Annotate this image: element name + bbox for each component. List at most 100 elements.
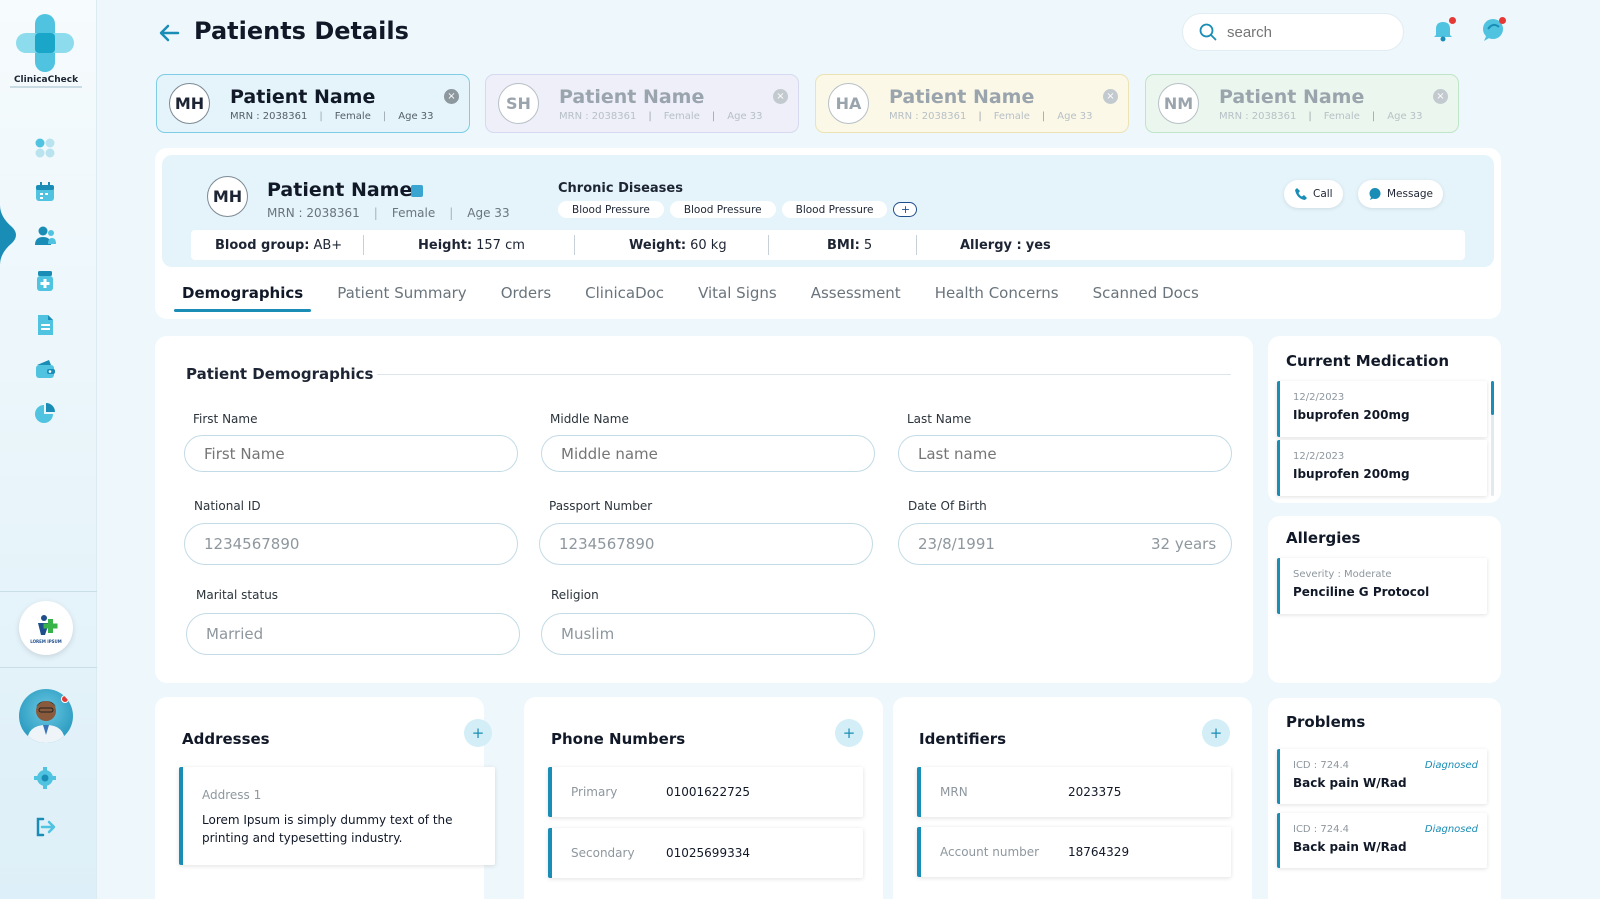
notification-dot <box>1449 17 1456 24</box>
first-name-input[interactable] <box>184 435 518 472</box>
close-tab-icon[interactable]: × <box>773 89 788 104</box>
search-input[interactable] <box>1227 23 1387 41</box>
edit-icon[interactable] <box>411 185 423 197</box>
user-avatar[interactable] <box>19 689 73 743</box>
medication-item[interactable]: 12/2/2023 Ibuprofen 200mg <box>1277 440 1487 496</box>
notification-bell-icon[interactable] <box>1430 17 1456 43</box>
age-years-suffix: 32 years <box>1151 535 1217 553</box>
phone-item[interactable]: Primary 01001622725 <box>548 767 863 817</box>
problem-item[interactable]: ICD : 724.4 Diagnosed Back pain W/Rad <box>1277 813 1487 868</box>
search-box[interactable] <box>1182 13 1404 51</box>
patient-tab-gender: Female <box>663 110 700 122</box>
identifier-item[interactable]: Account number 18764329 <box>917 827 1231 877</box>
passport-label: Passport Number <box>549 499 653 513</box>
religion-input[interactable] <box>541 613 875 655</box>
chronic-diseases-title: Chronic Diseases <box>558 181 683 196</box>
problem-icd: ICD : 724.4 <box>1293 824 1349 835</box>
close-tab-icon[interactable]: × <box>1103 89 1118 104</box>
demographics-card: Patient Demographics First Name Middle N… <box>155 336 1253 683</box>
tab-patient-summary[interactable]: Patient Summary <box>337 278 467 312</box>
patient-tab-mrn: MRN : 2038361 <box>230 110 308 122</box>
medication-icon[interactable] <box>33 269 57 293</box>
dashboard-icon[interactable] <box>33 136 57 160</box>
patient-gender: Female <box>391 206 436 220</box>
add-address-button[interactable]: + <box>464 719 492 747</box>
patient-tab-mrn: MRN : 2038361 <box>889 110 967 122</box>
logout-icon[interactable] <box>33 815 57 839</box>
phone-value: 01001622725 <box>666 785 750 799</box>
addresses-title: Addresses <box>182 730 270 748</box>
tab-assessment[interactable]: Assessment <box>811 278 901 312</box>
passport-input[interactable] <box>539 523 873 565</box>
call-label: Call <box>1313 188 1333 200</box>
tab-scanned-docs[interactable]: Scanned Docs <box>1093 278 1199 312</box>
allergy-item[interactable]: Severity : Moderate Penciline G Protocol <box>1277 558 1487 614</box>
clinicacheck-logo-icon[interactable] <box>14 12 76 74</box>
phone-item[interactable]: Secondary 01025699334 <box>548 828 863 878</box>
chat-icon[interactable] <box>1480 17 1506 43</box>
medication-name: Ibuprofen 200mg <box>1293 408 1410 422</box>
problem-item[interactable]: ICD : 724.4 Diagnosed Back pain W/Rad <box>1277 749 1487 804</box>
sidebar-divider <box>0 667 97 668</box>
close-tab-icon[interactable]: × <box>444 89 459 104</box>
patient-tab-nm[interactable]: NM Patient Name MRN : 2038361 | Female | Age… <box>1145 74 1459 133</box>
height-value: 157 cm <box>476 237 525 253</box>
add-chronic-button[interactable]: + <box>893 202 918 217</box>
allergies-card: Allergies Severity : Moderate Penciline … <box>1268 516 1501 683</box>
problem-name: Back pain W/Rad <box>1293 840 1407 854</box>
scrollbar-thumb[interactable] <box>1491 381 1494 415</box>
patient-tab-mrn: MRN : 2038361 <box>1219 110 1297 122</box>
religion-label: Religion <box>551 588 599 602</box>
national-id-input[interactable] <box>184 523 518 565</box>
patient-tab-name: Patient Name <box>559 85 705 108</box>
blood-group-value: AB+ <box>313 237 343 253</box>
address-item[interactable]: Address 1 Lorem Ipsum is simply dummy te… <box>179 767 495 865</box>
phone-numbers-card: Phone Numbers + Primary 01001622725 Seco… <box>524 697 883 899</box>
patient-tab-age: Age 33 <box>1387 110 1423 122</box>
addresses-card: Addresses + Address 1 Lorem Ipsum is sim… <box>155 697 495 899</box>
call-button[interactable]: Call <box>1284 180 1343 208</box>
pie-chart-icon[interactable] <box>33 401 57 425</box>
add-identifier-button[interactable]: + <box>1202 719 1230 747</box>
tab-vital-signs[interactable]: Vital Signs <box>698 278 777 312</box>
back-arrow-icon[interactable] <box>158 24 180 42</box>
patient-tab-age: Age 33 <box>1057 110 1093 122</box>
patients-icon[interactable] <box>33 224 57 248</box>
wallet-icon[interactable] <box>33 357 57 381</box>
add-phone-button[interactable]: + <box>835 719 863 747</box>
last-name-input[interactable] <box>898 435 1232 472</box>
patient-tab-sh[interactable]: SH Patient Name MRN : 2038361 | Female | Age… <box>485 74 799 133</box>
patient-tab-mrn: MRN : 2038361 <box>559 110 637 122</box>
tab-health-concerns[interactable]: Health Concerns <box>935 278 1059 312</box>
patient-tab-name: Patient Name <box>1219 85 1365 108</box>
close-tab-icon[interactable]: × <box>1433 89 1448 104</box>
patient-tab-gender: Female <box>1323 110 1360 122</box>
calendar-icon[interactable] <box>33 180 57 204</box>
vital-label: Weight: <box>629 237 687 253</box>
tab-clinicadoc[interactable]: ClinicaDoc <box>585 278 664 312</box>
patient-mrn: MRN : 2038361 <box>267 206 360 220</box>
chronic-chip[interactable]: Blood Pressure <box>669 201 776 218</box>
settings-icon[interactable] <box>33 766 57 790</box>
identifier-item[interactable]: MRN 2023375 <box>917 767 1231 817</box>
medication-item[interactable]: 12/2/2023 Ibuprofen 200mg <box>1277 381 1487 437</box>
problem-name: Back pain W/Rad <box>1293 776 1407 790</box>
vital-label: Height: <box>418 237 473 253</box>
phone-label: Secondary <box>571 846 635 860</box>
medication-date: 12/2/2023 <box>1293 451 1345 462</box>
tab-demographics[interactable]: Demographics <box>174 278 312 312</box>
patient-tab-mh[interactable]: MH Patient Name MRN : 2038361 | Female | Age… <box>156 74 470 133</box>
chronic-chip[interactable]: Blood Pressure <box>781 201 888 218</box>
organization-logo[interactable]: LOREM IPSUM <box>19 601 73 655</box>
patient-initials: NM <box>1158 83 1199 124</box>
tab-orders[interactable]: Orders <box>501 278 551 312</box>
message-button[interactable]: Message <box>1358 180 1444 208</box>
vital-label: Allergy : <box>960 237 1022 253</box>
phone-numbers-title: Phone Numbers <box>551 730 686 748</box>
marital-status-input[interactable] <box>186 613 520 655</box>
middle-name-input[interactable] <box>541 435 875 472</box>
patient-tab-age: Age 33 <box>727 110 763 122</box>
patient-tab-ha[interactable]: HA Patient Name MRN : 2038361 | Female | Age… <box>815 74 1129 133</box>
document-icon[interactable] <box>33 313 57 337</box>
chronic-chip[interactable]: Blood Pressure <box>558 201 664 218</box>
